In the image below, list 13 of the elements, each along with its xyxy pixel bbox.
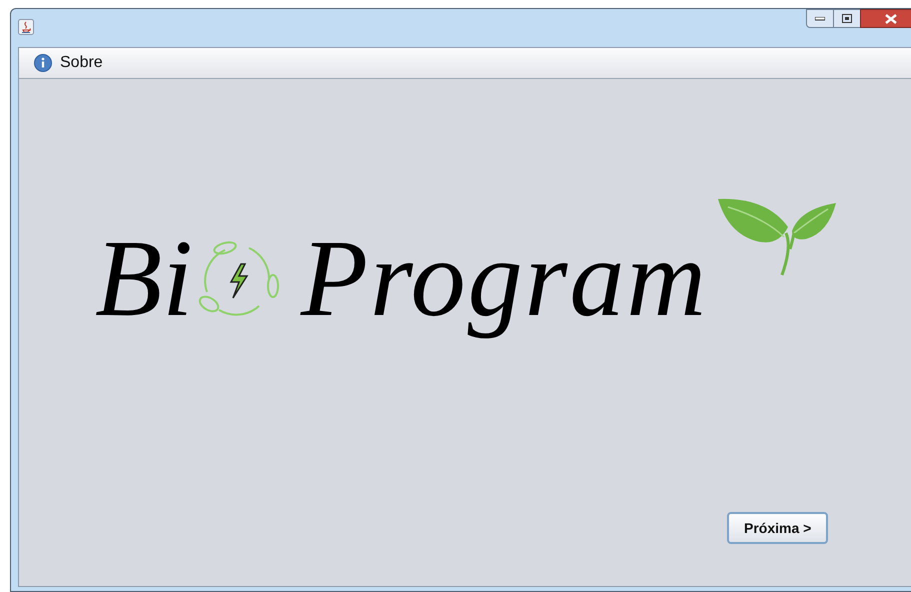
- minimize-button[interactable]: [806, 9, 834, 28]
- close-icon: [885, 14, 897, 24]
- close-button[interactable]: [860, 9, 911, 28]
- maximize-button[interactable]: [834, 9, 860, 28]
- java-cup-icon: [18, 19, 34, 35]
- minimize-icon: [815, 16, 825, 20]
- next-button[interactable]: Próxima >: [727, 512, 828, 544]
- leaves-icon: [716, 197, 838, 277]
- menu-item[interactable]: Sobre: [34, 51, 103, 75]
- logo-text: Bi: [95, 216, 194, 341]
- info-icon: [34, 54, 52, 72]
- logo-text: Program: [300, 216, 709, 341]
- maximize-icon: [842, 14, 852, 23]
